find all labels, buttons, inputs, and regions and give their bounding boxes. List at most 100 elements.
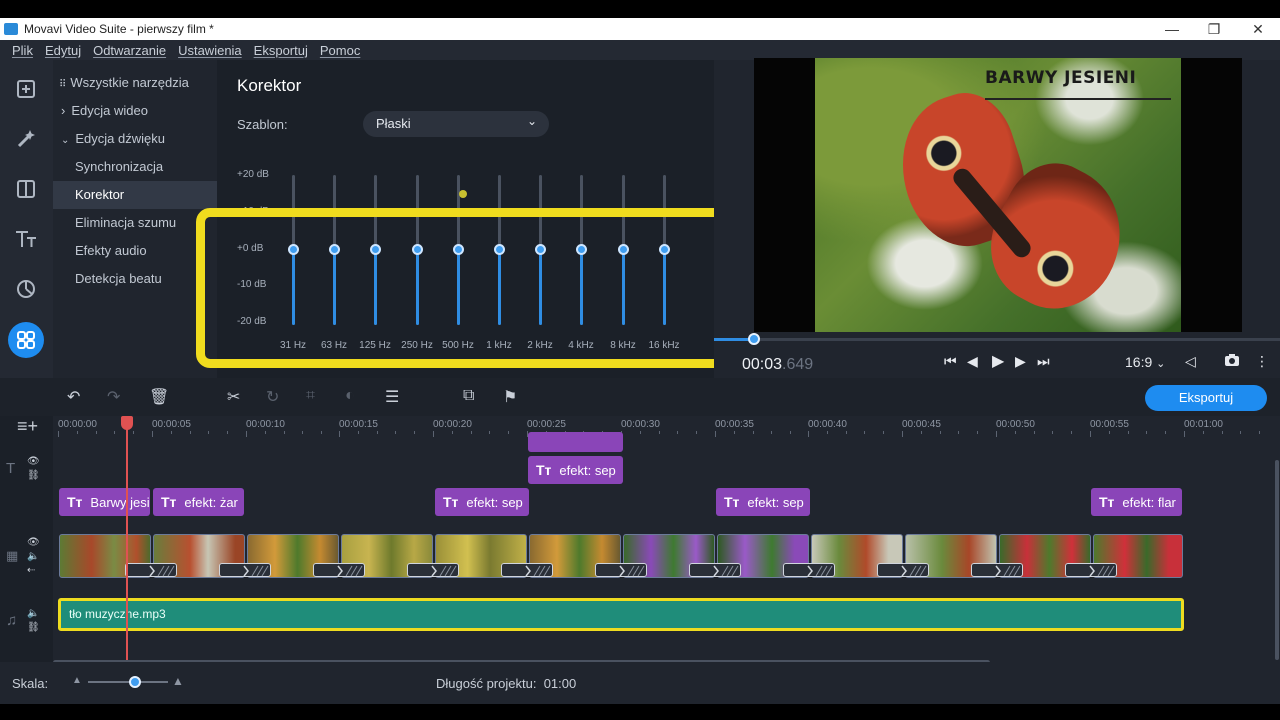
marker-flag-icon[interactable]: ⚑ (503, 387, 517, 407)
visibility-icon[interactable]: 👁 (27, 537, 40, 548)
timecode-ms: .649 (782, 356, 814, 373)
skip-end-icon[interactable]: ⏭ (1037, 353, 1050, 370)
volume-icon[interactable]: ◁ (1185, 353, 1196, 370)
delete-icon[interactable]: 🗑 (149, 387, 169, 407)
ruler-tick (902, 431, 903, 437)
transition-marker[interactable] (125, 563, 177, 577)
close-button[interactable]: ✕ (1236, 18, 1280, 40)
tool-item-efekty-audio[interactable]: Efekty audio (53, 237, 217, 265)
ruler-tick (433, 431, 434, 437)
zoom-slider-knob[interactable] (129, 676, 141, 688)
skip-start-icon[interactable]: ⏮ (944, 353, 957, 370)
title-icon: Tт (161, 494, 177, 510)
rotate-icon[interactable]: ↻ (266, 387, 279, 407)
zoom-out-icon[interactable]: ▲ (72, 675, 82, 686)
maximize-button[interactable]: ❐ (1192, 18, 1236, 40)
volume-icon[interactable]: 🔈 (27, 551, 39, 562)
link-icon[interactable]: ⛓ (27, 470, 40, 481)
aspect-ratio-select[interactable]: 16:9 ⌄ (1125, 354, 1165, 370)
transition-marker[interactable] (595, 563, 647, 577)
ruler-tick (1259, 431, 1260, 434)
redo-icon[interactable]: ↷ (107, 387, 120, 407)
tools-audio-edit[interactable]: ⌄ Edycja dźwięku (53, 125, 217, 153)
export-button[interactable]: Eksportuj (1145, 385, 1267, 411)
stickers-icon[interactable] (8, 271, 44, 307)
ruler-tick (1203, 431, 1204, 434)
visibility-icon[interactable]: 👁 (27, 456, 40, 467)
import-icon[interactable] (8, 71, 44, 107)
transition-marker[interactable] (407, 563, 459, 577)
next-frame-icon[interactable]: ▶ (1015, 353, 1026, 370)
chevron-right-icon: › (61, 103, 66, 118)
ruler-label: 00:00:25 (527, 419, 566, 430)
menu-odtwarzanie[interactable]: Odtwarzanie (93, 43, 166, 58)
vertical-scrollbar[interactable] (1275, 460, 1279, 660)
insert-icon[interactable]: ⧉ (463, 387, 474, 405)
undo-icon[interactable]: ↶ (67, 387, 80, 407)
minimize-button[interactable]: — (1150, 18, 1194, 40)
transition-marker[interactable] (313, 563, 365, 577)
ruler-tick (640, 431, 641, 434)
transition-marker[interactable] (1065, 563, 1117, 577)
transition-marker[interactable] (783, 563, 835, 577)
magic-wand-icon[interactable] (8, 121, 44, 157)
tool-item-eliminacja-szumu[interactable]: Eliminacja szumu (53, 209, 217, 237)
menu-plik[interactable]: Plik (12, 43, 33, 58)
play-icon[interactable]: ▶ (992, 351, 1004, 371)
clip-properties-icon[interactable]: ☰ (385, 387, 399, 407)
title-clip[interactable]: Tт efekt: żar (153, 488, 244, 516)
link-icon[interactable]: ⇠ (27, 565, 35, 576)
ruler-label: 00:00:00 (58, 419, 97, 430)
snapshot-icon[interactable] (1224, 353, 1240, 370)
zoom-in-icon[interactable]: ▲ (172, 674, 184, 688)
volume-icon[interactable]: 🔈 (27, 608, 39, 619)
previous-frame-icon[interactable]: ◀ (967, 353, 978, 370)
title-clip[interactable] (528, 432, 623, 452)
menu-ustawienia[interactable]: Ustawienia (178, 43, 242, 58)
title-clip[interactable]: Tт Barwy jesi (59, 488, 150, 516)
color-adjust-icon[interactable]: ◐ (345, 387, 355, 405)
titles-icon[interactable] (8, 221, 44, 257)
filters-icon[interactable] (8, 171, 44, 207)
ruler-tick (1052, 431, 1053, 434)
more-tools-icon[interactable] (8, 322, 44, 358)
add-track-icon[interactable]: ≡+ (17, 416, 38, 437)
zoom-slider[interactable] (88, 681, 168, 683)
transition-marker[interactable] (689, 563, 741, 577)
more-options-icon[interactable]: ⋮ (1255, 353, 1269, 370)
title-clip[interactable]: Tт efekt: flar (1091, 488, 1182, 516)
ruler-tick (753, 431, 754, 434)
title-clip-label: efekt: sep (559, 463, 616, 478)
tools-video-edit[interactable]: › Edycja wideo (53, 97, 217, 125)
transition-marker[interactable] (501, 563, 553, 577)
title-clip[interactable]: Tт efekt: sep (528, 456, 623, 484)
tool-item-synchronizacja[interactable]: Synchronizacja (53, 153, 217, 181)
scrubber-knob[interactable] (748, 333, 760, 345)
panel-title: Korektor (237, 76, 302, 95)
tool-item-korektor[interactable]: Korektor (53, 181, 217, 209)
preset-select[interactable]: Płaski ⌄ (363, 111, 549, 137)
transition-marker[interactable] (971, 563, 1023, 577)
menu-eksportuj[interactable]: Eksportuj (254, 43, 308, 58)
transition-marker[interactable] (219, 563, 271, 577)
menu-edytuj[interactable]: Edytuj (45, 43, 81, 58)
db-label: +20 dB (237, 169, 269, 180)
playback-scrubber[interactable] (714, 333, 1280, 345)
playhead[interactable] (121, 416, 133, 662)
tools-all[interactable]: ⠿ Wszystkie narzędzia (53, 69, 217, 97)
ruler-label: 00:01:00 (1184, 419, 1223, 430)
tools-video-edit-label: Edycja wideo (71, 103, 148, 118)
crop-icon[interactable]: ⌗ (306, 387, 315, 405)
title-icon: Tт (1099, 494, 1115, 510)
project-length: Długość projektu: 01:00 (436, 676, 576, 691)
ruler-label: 00:00:35 (715, 419, 754, 430)
cut-icon[interactable]: ✂ (227, 387, 240, 407)
audio-clip[interactable]: tło muzyczne.mp3 (58, 598, 1184, 631)
transition-marker[interactable] (877, 563, 929, 577)
tool-item-detekcja-beatu[interactable]: Detekcja beatu (53, 265, 217, 293)
title-clip[interactable]: Tт efekt: sep (435, 488, 529, 516)
title-clip[interactable]: Tт efekt: sep (716, 488, 810, 516)
link-icon[interactable]: ⛓ (27, 622, 40, 633)
menu-pomoc[interactable]: Pomoc (320, 43, 360, 58)
preset-label: Szablon: (237, 117, 288, 132)
